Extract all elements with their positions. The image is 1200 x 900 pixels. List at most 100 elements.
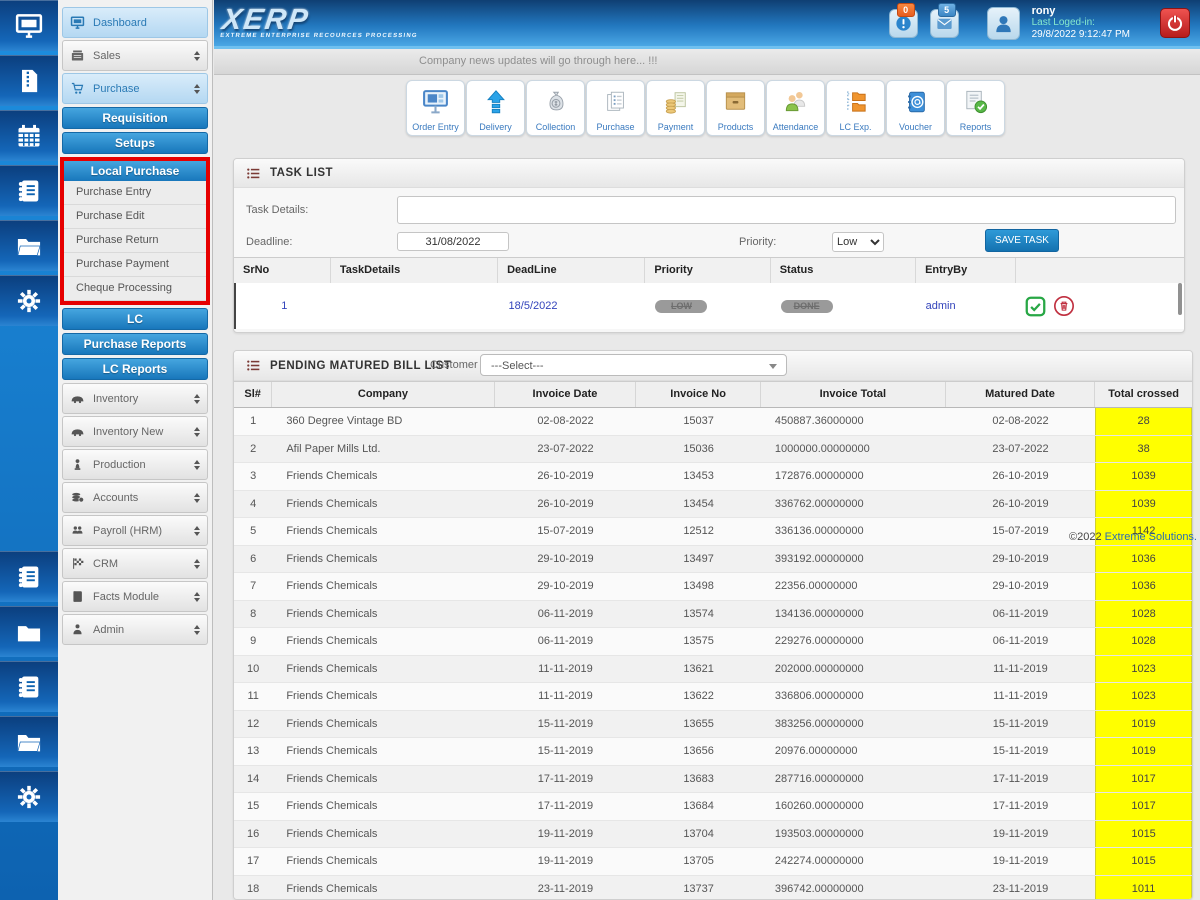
logo-subtitle: EXTREME ENTERPRISE RECOURCES PROCESSING [219, 33, 419, 39]
sidebar-item-purchase-edit[interactable]: Purchase Edit [64, 205, 206, 229]
user-name: rony [1031, 5, 1056, 17]
bill-list-header: PENDING MATURED BILL LIST Customer : ---… [234, 351, 1192, 381]
bill-cell-days: 1019 [1095, 710, 1192, 737]
bill-cell-co: Friends Chemicals [286, 745, 378, 758]
customer-select[interactable]: ---Select--- [480, 354, 787, 376]
priority-pill: LOW [655, 299, 708, 313]
save-task-button[interactable]: SAVE TASK [985, 229, 1059, 252]
sidebar-item-inventory[interactable]: Inventory [62, 383, 208, 414]
bill-cell-co: Friends Chemicals [286, 607, 378, 620]
user-avatar[interactable] [986, 6, 1020, 40]
delete-trash-icon[interactable] [1053, 295, 1075, 317]
bill-table-row: 11 Friends Chemicals 11-11-2019 13622 336806… [234, 683, 1192, 711]
sidebar-section-requisition[interactable]: Requisition [62, 107, 208, 129]
sidebar-item-dashboard[interactable]: Dashboard [62, 7, 208, 38]
rail-notebook-icon[interactable] [0, 661, 58, 712]
sidebar-item-purchase-return[interactable]: Purchase Return [64, 229, 206, 253]
rail-notebook-icon[interactable] [0, 165, 58, 216]
sidebar-item-sales[interactable]: Sales [62, 40, 208, 71]
expand-arrows-icon [194, 558, 200, 569]
expand-arrows-icon [194, 492, 200, 503]
bill-cell-md: 11-11-2019 [993, 662, 1048, 675]
rail-zip-document-icon[interactable] [0, 55, 58, 106]
bill-cell-sl: 11 [247, 690, 259, 703]
bill-cell-id: 15-11-2019 [537, 717, 594, 730]
rail-folder-icon[interactable] [0, 606, 58, 657]
bill-cell-md: 17-11-2019 [992, 772, 1049, 785]
bill-cell-in: 15037 [683, 415, 714, 428]
sidebar-item-purchase-entry[interactable]: Purchase Entry [64, 181, 206, 205]
rail-gear-icon[interactable] [0, 771, 58, 822]
rail-monitor-icon[interactable] [0, 0, 58, 51]
sidebar-item-purchase[interactable]: Purchase [62, 73, 208, 104]
sidebar-item-facts-module[interactable]: Facts Module [62, 581, 208, 612]
sidebar-section-lc-reports[interactable]: LC Reports [62, 358, 208, 380]
bill-cell-sl: 10 [247, 662, 260, 675]
toolbar-voucher-button[interactable]: Voucher [886, 80, 945, 136]
sidebar-item-payroll[interactable]: Payroll (HRM) [62, 515, 208, 546]
rail-gear-icon[interactable] [0, 275, 58, 326]
rail-calendar-icon[interactable] [0, 110, 58, 161]
company-link[interactable]: Extreme Solutions. [1105, 531, 1197, 543]
toolbar-delivery-button[interactable]: Delivery [466, 80, 525, 136]
sidebar-item-production[interactable]: Production [62, 449, 208, 480]
bill-cell-in: 13575 [683, 635, 714, 648]
task-scrollbar-thumb[interactable] [1178, 283, 1182, 315]
bill-cell-id: 06-11-2019 [537, 607, 594, 620]
rail-folder-icon[interactable] [0, 716, 58, 767]
sidebar-item-label: Facts Module [93, 590, 160, 603]
priority-label: Priority: [739, 236, 777, 248]
bill-cell-sl: 17 [247, 855, 260, 868]
sidebar-section-local-purchase[interactable]: Local Purchase [64, 161, 206, 181]
pending-bill-panel: PENDING MATURED BILL LIST Customer : ---… [233, 350, 1193, 900]
bill-cell-co: Afil Paper Mills Ltd. [286, 442, 381, 455]
sidebar-section-setups[interactable]: Setups [62, 132, 208, 154]
complete-check-icon[interactable] [1025, 296, 1046, 317]
sidebar-item-admin[interactable]: Admin [62, 614, 208, 645]
toolbar-lc-exp-button[interactable]: LC Exp. [826, 80, 885, 136]
sidebar-item-accounts[interactable]: Accounts [62, 482, 208, 513]
toolbar-attendance-button[interactable]: Attendance [766, 80, 825, 136]
toolbar-purchase-button[interactable]: Purchase [586, 80, 645, 136]
bill-cell-sl: 2 [250, 442, 257, 455]
documents-icon [603, 81, 629, 122]
toolbar-products-button[interactable]: Products [706, 80, 765, 136]
bill-cell-in: 13498 [683, 580, 714, 593]
toolbar-collection-button[interactable]: Collection [526, 80, 585, 136]
messages-button[interactable]: 5 [929, 2, 959, 38]
people-icon [782, 81, 809, 122]
bill-cell-it: 336136.00000000 [774, 525, 864, 538]
bill-cell-sl: 1 [250, 415, 257, 428]
priority-select[interactable]: Low [832, 232, 884, 252]
bill-table-row: 9 Friends Chemicals 06-11-2019 13575 229276.… [234, 628, 1192, 656]
sidebar-item-inventory-new[interactable]: Inventory New [62, 416, 208, 447]
bill-cell-md: 23-11-2019 [992, 882, 1049, 895]
toolbar-reports-button[interactable]: Reports [946, 80, 1005, 136]
rail-folder-icon[interactable] [0, 220, 58, 271]
sidebar-item-label: Payroll (HRM) [93, 524, 163, 537]
rail-notebook-icon[interactable] [0, 551, 58, 602]
alerts-button[interactable]: 0 [888, 2, 918, 38]
bill-cell-in: 13704 [683, 827, 714, 840]
bill-cell-days: 1039 [1095, 463, 1192, 490]
bill-cell-id: 06-11-2019 [537, 635, 594, 648]
bill-cell-id: 17-11-2019 [537, 800, 594, 813]
toolbar-payment-button[interactable]: Payment [646, 80, 705, 136]
up-arrow-icon [483, 81, 509, 122]
list-icon [246, 167, 261, 180]
coins-icon [70, 490, 85, 505]
sidebar-section-purchase-reports[interactable]: Purchase Reports [62, 333, 208, 355]
deadline-input[interactable] [397, 232, 509, 251]
bill-cell-md: 19-11-2019 [992, 855, 1049, 868]
sidebar-item-crm[interactable]: CRM [62, 548, 208, 579]
logout-power-button[interactable] [1160, 8, 1190, 38]
bill-column-header: Invoice Total [761, 382, 946, 407]
sidebar-item-cheque-processing[interactable]: Cheque Processing [64, 277, 206, 301]
bill-table-row: 3 Friends Chemicals 26-10-2019 13453 172876.… [234, 463, 1192, 491]
sidebar-item-purchase-payment[interactable]: Purchase Payment [64, 253, 206, 277]
bill-cell-days: 1039 [1095, 490, 1192, 517]
sidebar-section-lc[interactable]: LC [62, 308, 208, 330]
list-icon [246, 359, 261, 372]
toolbar-order-entry-button[interactable]: Order Entry [406, 80, 465, 136]
task-details-input[interactable] [397, 196, 1176, 224]
